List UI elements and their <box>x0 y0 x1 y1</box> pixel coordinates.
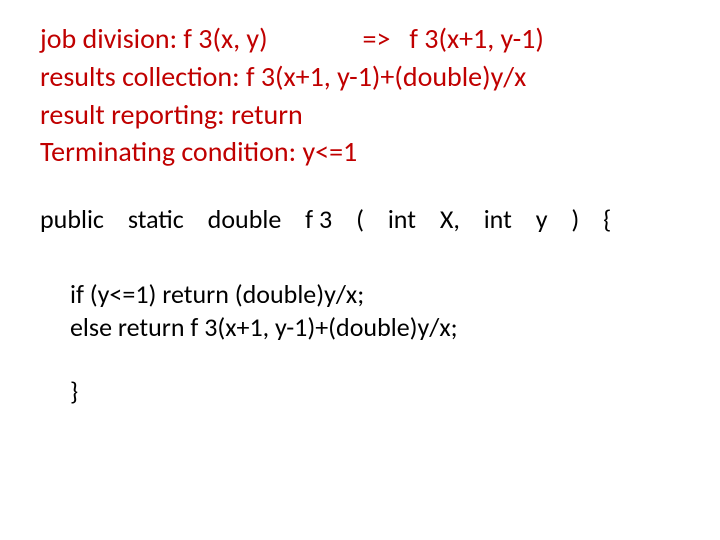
results-collection-line: results collection: f 3(x+1, y-1)+(doubl… <box>40 58 680 96</box>
brace-open: { <box>603 201 611 237</box>
terminating-condition-line: Terminating condition: y<=1 <box>40 133 680 171</box>
method-signature: public static double f 3 ( int X, int y … <box>40 201 680 237</box>
method-body: if (y<=1) return (double)y/x; else retur… <box>40 278 680 409</box>
param-x: X, <box>440 201 460 237</box>
paren-close: ) <box>571 201 579 237</box>
kw-public: public <box>40 201 104 237</box>
slide-content: job division: f 3(x, y) => f 3(x+1, y-1)… <box>0 0 720 429</box>
recursion-analysis: job division: f 3(x, y) => f 3(x+1, y-1)… <box>40 20 680 171</box>
kw-static: static <box>128 201 184 237</box>
brace-close: } <box>70 375 680 409</box>
param-y: y <box>536 201 548 237</box>
else-return-line: else return f 3(x+1, y-1)+(double)y/x; <box>70 311 680 345</box>
kw-int-2: int <box>484 201 512 237</box>
method-name: f 3 <box>305 201 332 237</box>
kw-double: double <box>208 201 282 237</box>
kw-int-1: int <box>388 201 416 237</box>
job-division-line: job division: f 3(x, y) => f 3(x+1, y-1) <box>40 20 680 58</box>
if-return-line: if (y<=1) return (double)y/x; <box>70 278 680 312</box>
result-reporting-line: result reporting: return <box>40 96 680 134</box>
paren-open: ( <box>356 201 364 237</box>
